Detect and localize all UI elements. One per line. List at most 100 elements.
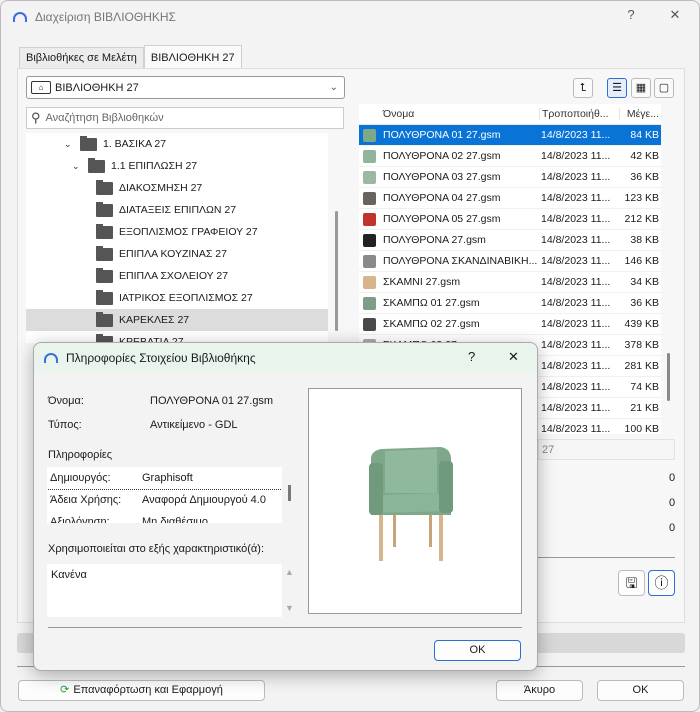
help-button[interactable]: ? <box>619 7 643 27</box>
folder-icon <box>80 135 97 151</box>
tree-item-label: ΔΙΑΚΟΣΜΗΣΗ 27 <box>119 182 203 194</box>
file-size: 146 KB <box>624 255 659 267</box>
chevron-down-icon[interactable]: ⌄ <box>72 161 84 172</box>
close-button[interactable]: ✕ <box>663 7 687 27</box>
app-logo-icon <box>13 12 27 22</box>
library-select[interactable]: ⌂ ΒΙΒΛΙΟΘΗΚΗ 27 ⌄ <box>26 76 345 99</box>
object-thumbnail-icon <box>362 275 376 289</box>
chevron-down-icon[interactable]: ⌄ <box>64 139 76 150</box>
file-name: ΣΚΑΜΠΩ 01 27.gsm <box>383 297 480 309</box>
column-size[interactable]: Μέγε... <box>619 108 661 120</box>
ok-button[interactable]: OK <box>597 680 684 701</box>
column-modified[interactable]: Τροποποιήθ... <box>539 108 619 120</box>
dialog-close-button[interactable]: ✕ <box>508 349 519 365</box>
list-row[interactable]: ΠΟΛΥΘΡΟΝΑ 03 27.gsm 14/8/2023 11... 36 KB <box>359 167 661 188</box>
tree-item[interactable]: ΕΠΙΠΛΑ ΣΧΟΛΕΙΟΥ 27 <box>26 265 328 287</box>
object-thumbnail-icon <box>362 317 376 331</box>
list-scrollbar[interactable] <box>667 353 670 401</box>
library-item-info-dialog: Πληροφορίες Στοιχείου Βιβλιοθήκης ? ✕ Όν… <box>33 342 538 671</box>
grid-view-button[interactable]: ▦ <box>631 78 651 98</box>
tree-scrollbar[interactable] <box>335 211 338 331</box>
tree-item-label: ΚΑΡΕΚΛΕΣ 27 <box>119 314 190 326</box>
tree-item[interactable]: ΙΑΤΡΙΚΟΣ ΕΞΟΠΛΙΣΜΟΣ 27 <box>26 287 328 309</box>
info-button[interactable]: ⓘ <box>648 570 675 596</box>
search-input[interactable]: ⚲ Αναζήτηση Βιβλιοθηκών <box>26 107 344 129</box>
file-name: ΠΟΛΥΘΡΟΝΑ ΣΚΑΝΔΙΝΑΒΙΚΗ... <box>383 255 538 267</box>
dialog-ok-button[interactable]: OK <box>434 640 521 661</box>
tab-bar: Βιβλιοθήκες σε Μελέτη ΒΙΒΛΙΟΘΗΚΗ 27 <box>19 45 242 68</box>
info-key: Άδεια Χρήσης: <box>50 494 122 506</box>
folder-icon <box>96 267 113 283</box>
file-modified: 14/8/2023 11... <box>541 318 611 330</box>
library-select-value: ΒΙΒΛΙΟΘΗΚΗ 27 <box>55 81 139 94</box>
tree-item-label: ΕΞΟΠΛΙΣΜΟΣ ΓΡΑΦΕΙΟΥ 27 <box>119 226 258 238</box>
dialog-help-button[interactable]: ? <box>468 349 475 364</box>
cancel-button[interactable]: Άκυρο <box>496 680 583 701</box>
tab-project-libraries[interactable]: Βιβλιοθήκες σε Μελέτη <box>19 47 144 68</box>
list-row[interactable]: ΠΟΛΥΘΡΟΝΑ 27.gsm 14/8/2023 11... 38 KB <box>359 230 661 251</box>
list-row[interactable]: ΣΚΑΜΠΩ 02 27.gsm 14/8/2023 11... 439 KB <box>359 314 661 335</box>
list-row[interactable]: ΣΚΑΜΝΙ 27.gsm 14/8/2023 11... 34 KB <box>359 272 661 293</box>
folder-icon <box>96 201 113 217</box>
object-thumbnail-icon <box>362 149 376 163</box>
name-value: ΠΟΛΥΘΡΟΝΑ 01 27.gsm <box>150 395 274 407</box>
file-size: 212 KB <box>624 213 659 225</box>
tree-item-label: 1.1 ΕΠΙΠΛΩΣΗ 27 <box>111 160 198 172</box>
app-logo-icon <box>44 353 58 363</box>
file-modified: 14/8/2023 11... <box>541 402 611 414</box>
file-modified: 14/8/2023 11... <box>541 360 611 372</box>
preview-image <box>308 388 522 614</box>
column-name[interactable]: Όνομα <box>379 108 539 120</box>
title-bar: Διαχείριση ΒΙΒΛΙΟΘΗΚΗΣ <box>1 1 700 33</box>
scroll-up-arrow-icon[interactable]: ▲ <box>285 567 294 577</box>
count-3: 0 <box>669 522 676 534</box>
info-key: Δημιουργός: <box>50 472 111 484</box>
object-thumbnail-icon <box>362 233 376 247</box>
tree-item[interactable]: ΔΙΑΤΑΞΕΙΣ ΕΠΙΠΛΩΝ 27 <box>26 199 328 221</box>
info-value: Graphisoft <box>142 472 193 484</box>
search-placeholder: Αναζήτηση Βιβλιοθηκών <box>45 112 164 124</box>
file-modified: 14/8/2023 11... <box>541 276 611 288</box>
info-row[interactable]: Αξιολόγηση: Μη διαθέσιμο <box>47 511 282 523</box>
file-modified: 14/8/2023 11... <box>541 213 611 225</box>
tree-item-label: ΙΑΤΡΙΚΟΣ ΕΞΟΠΛΙΣΜΟΣ 27 <box>119 292 253 304</box>
window-title: Διαχείριση ΒΙΒΛΙΟΘΗΚΗΣ <box>35 10 176 24</box>
file-name: ΠΟΛΥΘΡΟΝΑ 05 27.gsm <box>383 213 501 225</box>
list-row[interactable]: ΠΟΛΥΘΡΟΝΑ 02 27.gsm 14/8/2023 11... 42 KB <box>359 146 661 167</box>
tree-item[interactable]: ⌄ 1. ΒΑΣΙΚΑ 27 <box>26 133 328 155</box>
info-row[interactable]: Άδεια Χρήσης: Αναφορά Δημιουργού 4.0 <box>47 489 282 511</box>
list-row[interactable]: ΠΟΛΥΘΡΟΝΑ ΣΚΑΝΔΙΝΑΒΙΚΗ... 14/8/2023 11...… <box>359 251 661 272</box>
tree-item[interactable]: ΔΙΑΚΟΣΜΗΣΗ 27 <box>26 177 328 199</box>
list-row[interactable]: ΠΟΛΥΘΡΟΝΑ 04 27.gsm 14/8/2023 11... 123 KB <box>359 188 661 209</box>
grid-view-icon: ▦ <box>635 82 647 94</box>
count-2: 0 <box>669 497 676 509</box>
tree-item[interactable]: ⌄ 1.1 ΕΠΙΠΛΩΣΗ 27 <box>26 155 328 177</box>
dialog-title-bar: Πληροφορίες Στοιχείου Βιβλιοθήκης <box>34 343 537 373</box>
tree-item-label: ΔΙΑΤΑΞΕΙΣ ΕΠΙΠΛΩΝ 27 <box>119 204 237 216</box>
file-modified: 14/8/2023 11... <box>541 339 611 351</box>
save-export-button[interactable]: 🖫 <box>618 570 645 596</box>
go-up-folder-button[interactable]: ⮤ <box>573 78 593 98</box>
reload-apply-label: Επαναφόρτωση και Εφαρμογή <box>73 684 223 696</box>
info-scrollbar[interactable] <box>288 485 291 501</box>
list-view-button[interactable]: ☰ <box>607 78 627 98</box>
info-row[interactable]: Δημιουργός: Graphisoft <box>47 467 282 490</box>
tab-library-27[interactable]: ΒΙΒΛΙΟΘΗΚΗ 27 <box>143 45 242 68</box>
scroll-down-arrow-icon[interactable]: ▼ <box>285 603 294 613</box>
file-modified: 14/8/2023 11... <box>541 234 611 246</box>
folder-icon <box>96 245 113 261</box>
tree-item[interactable]: ΕΞΟΠΛΙΣΜΟΣ ΓΡΑΦΕΙΟΥ 27 <box>26 221 328 243</box>
reload-apply-button[interactable]: ⟳ Επαναφόρτωση και Εφαρμογή <box>18 680 265 701</box>
list-row[interactable]: ΠΟΛΥΘΡΟΝΑ 05 27.gsm 14/8/2023 11... 212 KB <box>359 209 661 230</box>
list-view-icon: ☰ <box>612 82 622 94</box>
large-icon-view-button[interactable]: ▢ <box>654 78 674 98</box>
list-row[interactable]: ΠΟΛΥΘΡΟΝΑ 01 27.gsm 14/8/2023 11... 84 KB <box>359 125 661 146</box>
file-size: 42 KB <box>630 150 659 162</box>
tree-item[interactable]: ΕΠΙΠΛΑ ΚΟΥΖΙΝΑΣ 27 <box>26 243 328 265</box>
object-thumbnail-icon <box>362 212 376 226</box>
file-name: ΠΟΛΥΘΡΟΝΑ 03 27.gsm <box>383 171 501 183</box>
file-modified: 14/8/2023 11... <box>541 255 611 267</box>
file-size: 100 KB <box>624 423 659 434</box>
list-row[interactable]: ΣΚΑΜΠΩ 01 27.gsm 14/8/2023 11... 36 KB <box>359 293 661 314</box>
tree-item[interactable]: ΚΑΡΕΚΛΕΣ 27 <box>26 309 328 331</box>
